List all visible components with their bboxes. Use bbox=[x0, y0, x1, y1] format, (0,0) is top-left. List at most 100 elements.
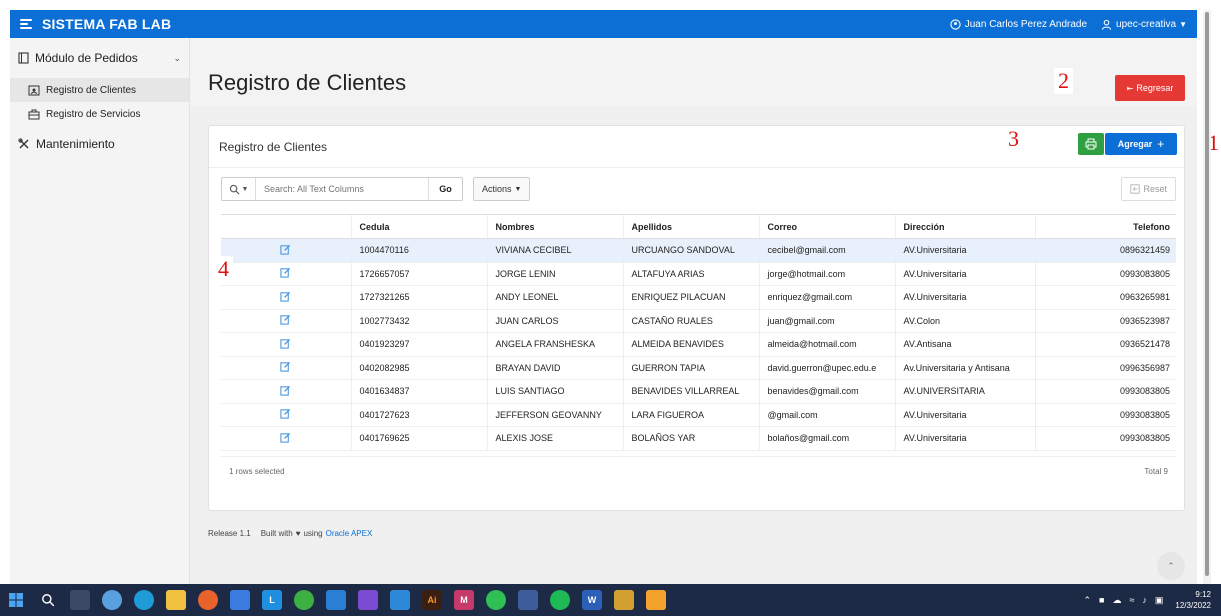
chevron-up-icon[interactable]: ⌃ bbox=[1083, 595, 1091, 606]
app-gear-icon[interactable] bbox=[518, 590, 538, 610]
clock-date: 12/3/2022 bbox=[1175, 601, 1211, 610]
search-input[interactable] bbox=[256, 178, 428, 200]
table-body: 1004470116 VIVIANA CECIBEL URCUANGO SANDOV… bbox=[221, 238, 1176, 451]
edit-icon[interactable] bbox=[280, 385, 291, 396]
app-box-icon[interactable] bbox=[646, 590, 666, 610]
cloud-tray-icon[interactable]: ☁ bbox=[1112, 595, 1121, 606]
search-column-menu[interactable]: ▼ bbox=[222, 178, 256, 200]
edit-icon[interactable] bbox=[280, 314, 291, 325]
edit-cell bbox=[221, 403, 351, 427]
sidebar-group-pedidos[interactable]: Módulo de Pedidos ⌄ bbox=[10, 38, 189, 78]
col-apellidos-header[interactable]: Apellidos bbox=[622, 214, 759, 239]
add-button[interactable]: Agregar + bbox=[1105, 133, 1177, 155]
telefono-cell: 0993083805 bbox=[1034, 379, 1176, 404]
sidebar: Módulo de Pedidos ⌄ Registro de Clientes… bbox=[10, 38, 190, 584]
workspace-menu[interactable]: upec-creativa ▼ bbox=[1101, 19, 1187, 30]
menu-icon[interactable] bbox=[20, 19, 32, 29]
report-toolbar: ▼ Go Actions ▼ Reset bbox=[221, 176, 1176, 202]
scroll-top-button[interactable]: ⌃ bbox=[1157, 552, 1185, 580]
sidebar-item-servicios[interactable]: Registro de Servicios bbox=[10, 102, 189, 126]
visual-studio-icon[interactable] bbox=[358, 590, 378, 610]
nombres-cell: LUIS SANTIAGO bbox=[486, 379, 623, 404]
app-icon[interactable] bbox=[230, 590, 250, 610]
table-footer: 1 rows selected Total 9 bbox=[221, 456, 1176, 486]
edit-icon[interactable] bbox=[280, 291, 291, 302]
back-button[interactable]: ⇤ Regresar bbox=[1115, 75, 1185, 101]
edit-icon[interactable] bbox=[280, 408, 291, 419]
correo-cell: jorge@hotmail.com bbox=[758, 262, 895, 286]
network-icon[interactable]: ■ bbox=[1099, 595, 1104, 605]
telefono-cell: 0963265981 bbox=[1034, 285, 1176, 310]
print-button[interactable] bbox=[1078, 133, 1104, 155]
table-row[interactable]: 1002773432 JUAN CARLOS CASTAÑO RUALES juan@… bbox=[221, 309, 1176, 333]
windows-start-icon[interactable] bbox=[6, 590, 26, 610]
reset-button[interactable]: Reset bbox=[1121, 177, 1176, 201]
task-view-icon[interactable] bbox=[70, 590, 90, 610]
edit-icon[interactable] bbox=[280, 432, 291, 443]
col-correo-header[interactable]: Correo bbox=[758, 214, 895, 239]
search-icon[interactable] bbox=[38, 590, 58, 610]
nombres-cell: JORGE LENIN bbox=[486, 262, 623, 286]
table-row[interactable]: 0401769625 ALEXIS JOSE BOLAÑOS YAR bolaños@… bbox=[221, 426, 1176, 451]
page-scrollbar[interactable] bbox=[1203, 10, 1211, 584]
app-cube-icon[interactable] bbox=[390, 590, 410, 610]
sidebar-item-clientes[interactable]: Registro de Clientes bbox=[10, 78, 189, 102]
app-root: SISTEMA FAB LAB Juan Carlos Perez Andrad… bbox=[0, 0, 1221, 616]
plus-icon: + bbox=[1157, 137, 1165, 151]
spotify-icon[interactable] bbox=[550, 590, 570, 610]
wifi-icon[interactable]: ≈ bbox=[1129, 595, 1134, 605]
table-row[interactable]: 1726657057 JORGE LENIN ALTAFUYA ARIAS jorge… bbox=[221, 262, 1176, 286]
col-nombres-header[interactable]: Nombres bbox=[486, 214, 623, 239]
battery-icon[interactable]: ▣ bbox=[1155, 595, 1164, 606]
edit-icon[interactable] bbox=[280, 361, 291, 372]
whatsapp-icon[interactable] bbox=[486, 590, 506, 610]
cedula-cell: 1002773432 bbox=[350, 309, 487, 333]
reset-icon bbox=[1130, 184, 1141, 194]
volume-icon[interactable]: ♪ bbox=[1142, 595, 1147, 605]
edit-cell bbox=[221, 379, 351, 404]
col-cedula-header[interactable]: Cedula bbox=[350, 214, 487, 239]
module-icon bbox=[18, 52, 29, 64]
edit-icon[interactable] bbox=[280, 267, 291, 278]
table-row[interactable]: 1727321265 ANDY LEONEL ENRIQUEZ PILACUAN en… bbox=[221, 285, 1176, 310]
cloud-icon[interactable] bbox=[102, 590, 122, 610]
word-icon[interactable]: W bbox=[582, 590, 602, 610]
cedula-cell: 0401727623 bbox=[350, 403, 487, 427]
actions-button[interactable]: Actions ▼ bbox=[473, 177, 531, 201]
table-row[interactable]: 0401634837 LUIS SANTIAGO BENAVIDES VILLARR… bbox=[221, 379, 1176, 404]
app-m-icon[interactable]: M bbox=[454, 590, 474, 610]
user-name-item[interactable]: Juan Carlos Perez Andrade bbox=[950, 19, 1087, 30]
col-direccion-header[interactable]: Dirección bbox=[894, 214, 1035, 239]
cedula-cell: 0401769625 bbox=[350, 426, 487, 451]
back-icon: ⇤ bbox=[1126, 83, 1134, 93]
table-row[interactable]: 1004470116 VIVIANA CECIBEL URCUANGO SANDOV… bbox=[221, 238, 1176, 263]
edit-cell bbox=[221, 285, 351, 310]
browser-icon[interactable] bbox=[198, 590, 218, 610]
apellidos-cell: ALMEIDA BENAVIDES bbox=[622, 332, 759, 357]
clock[interactable]: 9:12 12/3/2022 bbox=[1175, 589, 1211, 611]
edit-icon[interactable] bbox=[280, 244, 291, 255]
edit-icon[interactable] bbox=[280, 338, 291, 349]
vscode-icon[interactable] bbox=[326, 590, 346, 610]
direccion-cell: AV.Universitaria bbox=[894, 238, 1035, 263]
edge-icon[interactable] bbox=[134, 590, 154, 610]
sidebar-group-mantenimiento[interactable]: Mantenimiento bbox=[10, 126, 189, 162]
go-button[interactable]: Go bbox=[428, 178, 462, 200]
table-row[interactable]: 0401923297 ANGELA FRANSHESKA ALMEIDA BENAV… bbox=[221, 332, 1176, 357]
illustrator-icon[interactable]: Ai bbox=[422, 590, 442, 610]
scroll-thumb[interactable] bbox=[1205, 12, 1209, 576]
table-row[interactable]: 0402082985 BRAYAN DAVID GUERRON TAPIA david… bbox=[221, 356, 1176, 380]
user-help-icon bbox=[950, 18, 961, 30]
app-l-icon[interactable]: L bbox=[262, 590, 282, 610]
apellidos-cell: LARA FIGUEROA bbox=[622, 403, 759, 427]
col-telefono-header[interactable]: Telefono bbox=[1034, 214, 1176, 239]
app-title[interactable]: SISTEMA FAB LAB bbox=[42, 16, 171, 32]
oracle-apex-link[interactable]: Oracle APEX bbox=[326, 529, 373, 538]
app-puzzle-icon[interactable] bbox=[614, 590, 634, 610]
chrome-icon[interactable] bbox=[294, 590, 314, 610]
clients-table: Cedula Nombres Apellidos Correo Direcció… bbox=[221, 214, 1176, 451]
workspace-name: upec-creativa bbox=[1116, 18, 1177, 30]
table-row[interactable]: 0401727623 JEFFERSON GEOVANNY LARA FIGUERO… bbox=[221, 403, 1176, 427]
file-explorer-icon[interactable] bbox=[166, 590, 186, 610]
reset-label: Reset bbox=[1143, 184, 1167, 194]
